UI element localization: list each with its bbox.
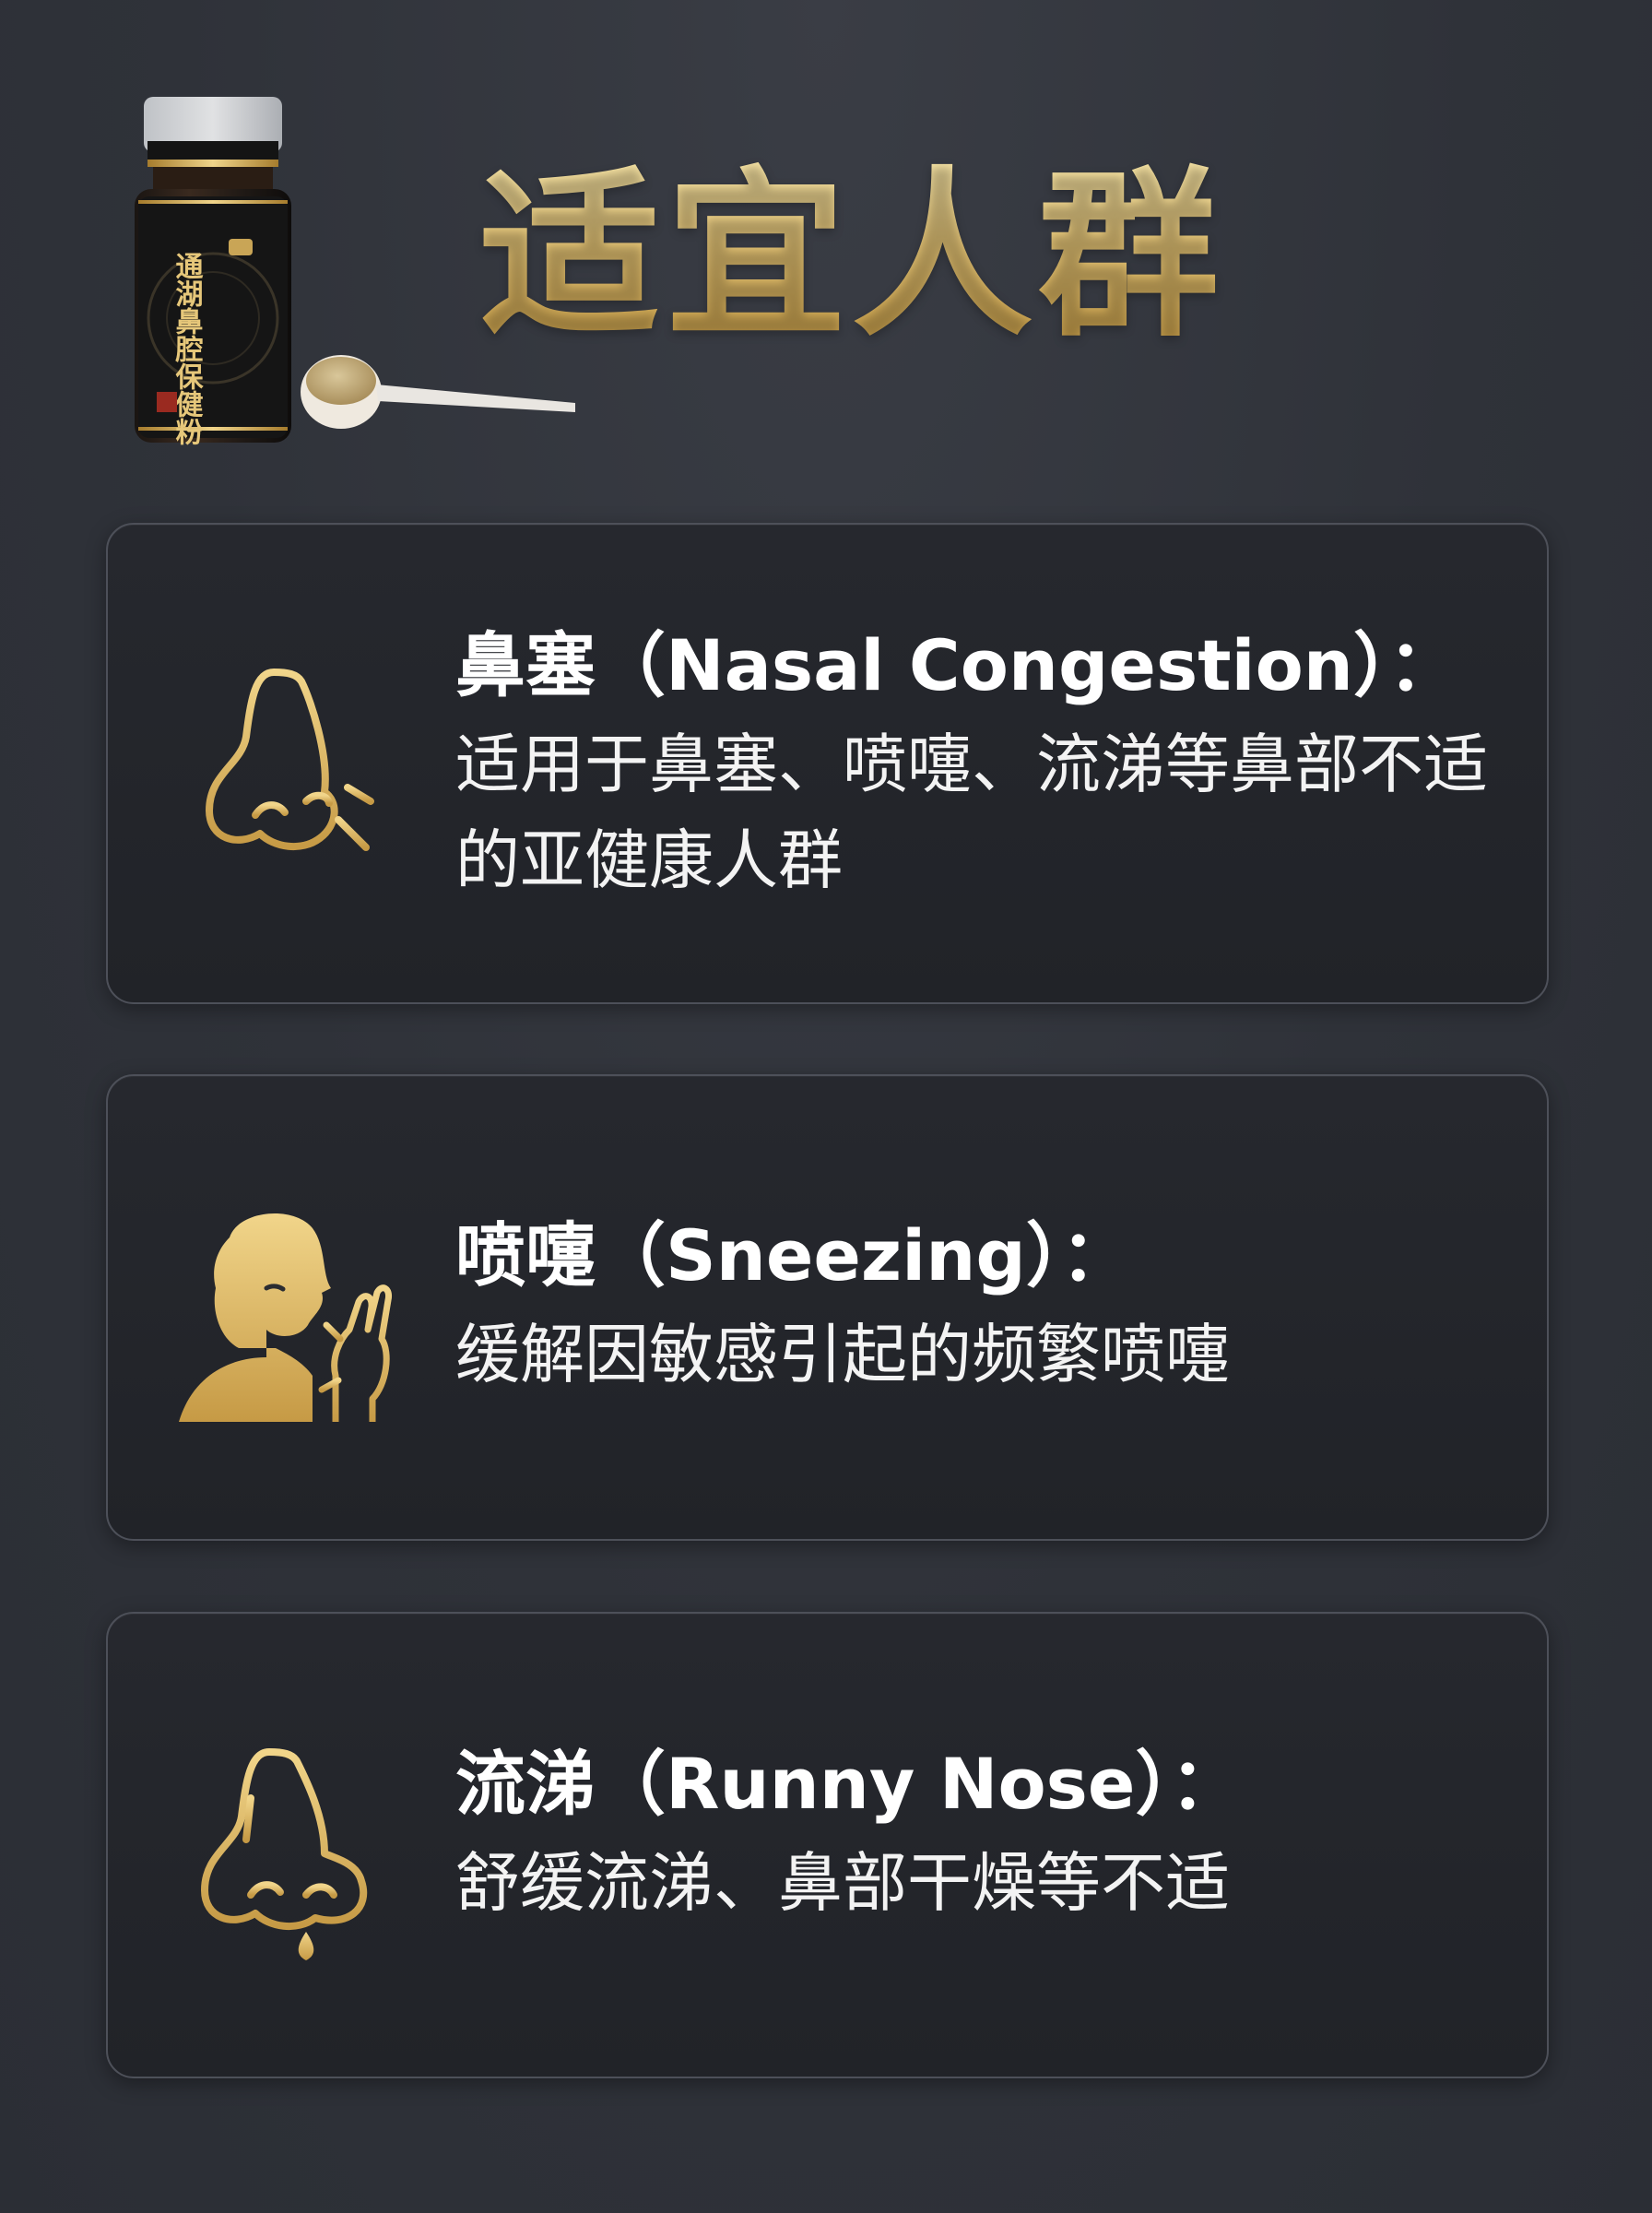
group-text: 鼻塞（Nasal Congestion）： 适用于鼻塞、喷嚏、流涕等鼻部不适的亚… [455, 615, 1510, 908]
group-heading: 鼻塞（Nasal Congestion）： [455, 624, 1458, 706]
group-description: 缓解因敏感引起的频繁喷嚏 [455, 1317, 1230, 1392]
group-description: 适用于鼻塞、喷嚏、流涕等鼻部不适的亚健康人群 [455, 727, 1488, 898]
group-heading: 喷嚏（Sneezing）： [455, 1214, 1131, 1296]
group-heading: 流涕（Runny Nose）： [455, 1743, 1241, 1825]
group-text: 流涕（Runny Nose）： 舒缓流涕、鼻部干燥等不适 [455, 1734, 1510, 1931]
product-label: 通湖鼻腔保健粉 [171, 252, 205, 445]
sneezing-person-icon [179, 1213, 393, 1422]
group-description: 舒缓流涕、鼻部干燥等不适 [455, 1845, 1230, 1921]
group-text: 喷嚏（Sneezing）： 缓解因敏感引起的频繁喷嚏 [455, 1205, 1510, 1402]
runny-nose-icon [201, 1748, 368, 1960]
page-title: 适宜人群 [479, 151, 1225, 361]
group-card-nasal-congestion: 鼻塞（Nasal Congestion）： 适用于鼻塞、喷嚏、流涕等鼻部不适的亚… [106, 523, 1549, 1004]
group-card-sneezing: 喷嚏（Sneezing）： 缓解因敏感引起的频繁喷嚏 [106, 1074, 1549, 1541]
hero-section: 通湖鼻腔保健粉 适宜人群 [0, 0, 1652, 479]
group-card-runny-nose: 流涕（Runny Nose）： 舒缓流涕、鼻部干燥等不适 [106, 1612, 1549, 2078]
nose-congestion-icon [206, 669, 374, 851]
